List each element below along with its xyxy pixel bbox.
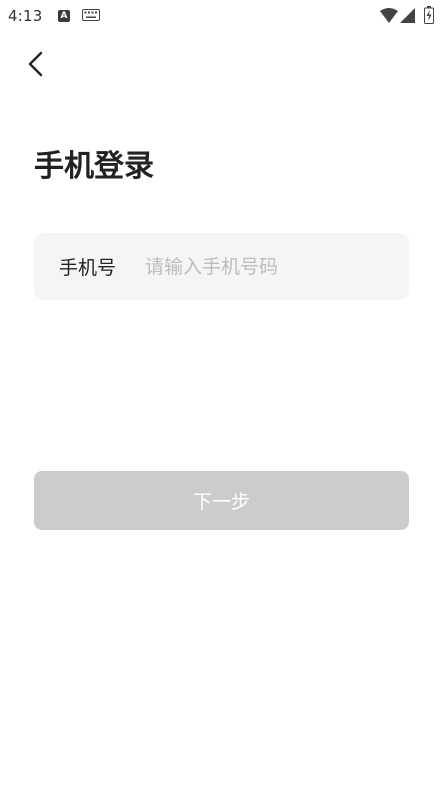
wifi-icon (380, 8, 398, 23)
a-notification-icon: A (58, 10, 70, 22)
signal-icon (400, 8, 415, 23)
battery-charging-icon (424, 6, 434, 24)
phone-input[interactable] (145, 255, 385, 278)
status-time: 4:13 (8, 7, 43, 25)
keyboard-icon (82, 9, 100, 21)
page-title: 手机登录 (34, 149, 154, 184)
phone-field-label: 手机号 (59, 257, 117, 279)
back-button[interactable] (20, 48, 52, 80)
phone-field[interactable]: 手机号 (34, 233, 409, 300)
status-bar: 4:13 A (0, 0, 443, 34)
next-button[interactable]: 下一步 (34, 471, 409, 530)
chevron-left-icon (28, 51, 43, 77)
